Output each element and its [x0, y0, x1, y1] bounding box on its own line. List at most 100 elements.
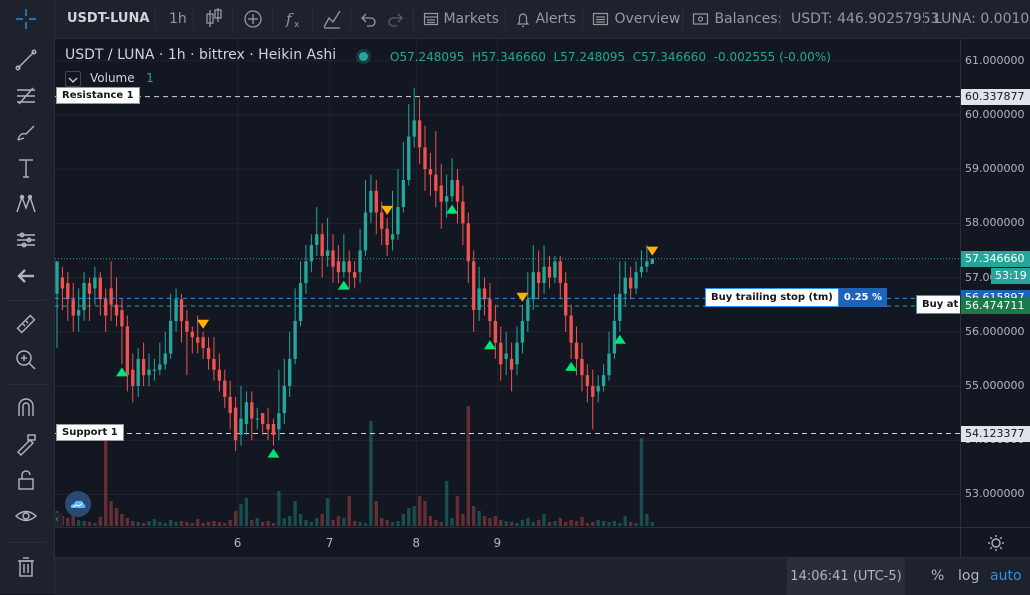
- volume-bar: [407, 508, 411, 526]
- support-price-badge: 54.123377: [961, 425, 1030, 442]
- trash-icon[interactable]: [10, 551, 42, 583]
- volume-bar: [125, 518, 130, 526]
- markets-button[interactable]: Markets: [423, 0, 499, 38]
- candle-body: [520, 320, 525, 343]
- candle-body: [569, 315, 573, 343]
- candle-body: [526, 299, 530, 321]
- toolbar-divider: [232, 8, 233, 30]
- time-axis[interactable]: 6 7 8 9: [55, 527, 960, 558]
- candle-body: [255, 418, 259, 420]
- volume-bar: [526, 518, 530, 526]
- volume-legend: Volume 1: [90, 71, 154, 85]
- volume-bar: [120, 514, 124, 526]
- price-axis[interactable]: 61.00000060.00000059.00000058.00000057.0…: [960, 39, 1030, 527]
- volume-bar: [488, 518, 492, 526]
- volume-bar: [461, 514, 465, 526]
- add-indicator-icon[interactable]: [242, 0, 264, 38]
- brush-icon[interactable]: [10, 116, 42, 148]
- volume-bar: [93, 523, 97, 526]
- trend-line-icon[interactable]: [10, 44, 42, 76]
- bar-countdown-badge: 53:19: [991, 267, 1030, 284]
- pattern-icon[interactable]: [10, 188, 42, 220]
- auto-scale-toggle[interactable]: auto: [990, 558, 1022, 595]
- candle-body: [71, 299, 75, 316]
- grid: [55, 39, 960, 527]
- percent-scale-toggle[interactable]: %: [931, 558, 944, 595]
- volume-bar: [623, 516, 627, 526]
- volume-bar: [158, 522, 162, 526]
- volume-bar: [104, 431, 108, 526]
- function-icon[interactable]: fx: [283, 0, 305, 38]
- candle-body: [93, 277, 97, 289]
- support-label[interactable]: Support 1: [56, 424, 124, 441]
- back-arrow-icon[interactable]: [10, 260, 42, 292]
- candle-body: [331, 250, 335, 267]
- chevron-down-icon: [68, 77, 78, 83]
- chart-pane[interactable]: USDT / LUNA · 1h · bittrex · Heikin Ashi…: [55, 39, 960, 527]
- price-tick-label: 55.000000: [965, 379, 1025, 393]
- alerts-button[interactable]: Alerts: [515, 0, 576, 38]
- redo-icon[interactable]: [387, 0, 405, 38]
- volume-bar: [482, 516, 487, 526]
- collapse-legend-button[interactable]: [65, 71, 81, 87]
- drawing-toolbar: [0, 0, 55, 594]
- text-tool-icon[interactable]: [10, 152, 42, 184]
- collapse-toolbar-button[interactable]: ‹: [55, 513, 63, 527]
- time-tick-label: 7: [325, 536, 334, 550]
- volume-bar: [206, 522, 211, 526]
- volume-bar: [320, 514, 324, 526]
- volume-bar: [217, 522, 222, 526]
- toolbar-divider: [8, 384, 46, 385]
- timezone-clock[interactable]: 14:06:41 (UTC-5): [787, 558, 905, 595]
- time-tick-label: 9: [493, 536, 502, 550]
- eye-icon[interactable]: [10, 500, 42, 532]
- trailing-stop-order[interactable]: Buy trailing stop (tm) 0.25 %: [705, 288, 888, 307]
- candle-body: [639, 266, 644, 273]
- volume-bar: [315, 518, 319, 526]
- price-tick-label: 58.000000: [965, 216, 1025, 230]
- symbol-selector[interactable]: USDT-LUNA: [67, 0, 149, 38]
- resistance-label[interactable]: Resistance 1: [56, 87, 140, 104]
- log-scale-toggle[interactable]: log: [958, 558, 979, 595]
- candle-body: [168, 320, 173, 354]
- alerts-label: Alerts: [535, 11, 577, 27]
- volume-bar: [520, 520, 525, 526]
- gear-icon[interactable]: [961, 528, 1030, 558]
- candle-body: [623, 277, 627, 294]
- candle-body: [315, 234, 319, 246]
- sell-signal-arrow: [646, 246, 659, 256]
- toolbar-divider: [193, 8, 194, 30]
- toolbar-divider: [924, 8, 925, 30]
- prediction-tool-icon[interactable]: [10, 224, 42, 256]
- candle-body: [607, 353, 611, 376]
- compare-icon[interactable]: [321, 0, 343, 38]
- interval-selector[interactable]: 1h: [169, 0, 187, 38]
- candle-body: [358, 250, 362, 273]
- buy-at-label[interactable]: Buy at: [916, 295, 960, 314]
- app-logo: [65, 491, 91, 517]
- ruler-icon[interactable]: [10, 308, 42, 340]
- candle-body: [336, 261, 341, 273]
- toolbar-divider: [8, 542, 46, 543]
- zoom-icon[interactable]: [10, 344, 42, 376]
- volume-bar: [423, 501, 427, 526]
- overview-button[interactable]: Overview: [592, 0, 680, 38]
- undo-icon[interactable]: [359, 0, 377, 38]
- unlock-icon[interactable]: [10, 464, 42, 496]
- candle-body: [504, 353, 508, 359]
- magnet-icon[interactable]: [10, 392, 42, 424]
- candle-body: [461, 201, 465, 224]
- candle-body: [618, 293, 622, 321]
- candle-body: [499, 342, 503, 365]
- candle-style-icon[interactable]: [204, 0, 224, 38]
- volume-bar: [239, 504, 243, 526]
- candle-body: [347, 261, 351, 273]
- crosshair-icon[interactable]: [10, 3, 42, 35]
- volume-bar: [136, 522, 140, 526]
- candle-body: [482, 288, 487, 300]
- lock-drawing-icon[interactable]: [10, 428, 42, 460]
- volume-bar: [179, 521, 184, 526]
- fib-tool-icon[interactable]: [10, 80, 42, 112]
- volume-bar: [444, 481, 449, 526]
- candle-body: [298, 283, 303, 321]
